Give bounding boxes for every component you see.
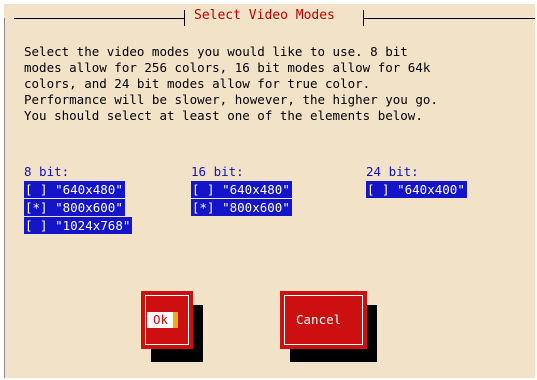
dialog-description: Select the video modes you would like to… bbox=[24, 44, 529, 124]
checkbox: [ ] bbox=[192, 182, 215, 197]
mode-8bit-640x480[interactable]: [ ] "640x480" bbox=[24, 181, 125, 198]
dialog-left-border bbox=[4, 18, 5, 378]
group-heading-16bit: 16 bit: bbox=[191, 164, 244, 179]
checkbox: [ ] bbox=[25, 182, 48, 197]
mode-label: "1024x768" bbox=[55, 218, 131, 233]
description-line: colors, and 24 bit modes allow for true … bbox=[24, 76, 371, 91]
group-24bit: 24 bit: [ ] "640x400" bbox=[366, 164, 467, 198]
mode-16bit-800x600[interactable]: [*] "800x600" bbox=[191, 199, 292, 216]
mode-label: "800x600" bbox=[55, 200, 123, 215]
checkbox: [*] bbox=[25, 200, 48, 215]
group-8bit: 8 bit: [ ] "640x480" [*] "800x600" [ ] "… bbox=[24, 164, 133, 234]
mode-label: "640x480" bbox=[222, 182, 290, 197]
mode-16bit-640x480[interactable]: [ ] "640x480" bbox=[191, 181, 292, 198]
title-rule-right bbox=[364, 18, 535, 19]
dialog-title: Select Video Modes bbox=[194, 8, 335, 23]
mode-label: "640x400" bbox=[397, 182, 465, 197]
checkbox: [ ] bbox=[25, 218, 48, 233]
title-bracket-left bbox=[184, 10, 185, 26]
ok-button[interactable]: Ok bbox=[141, 291, 193, 349]
group-16bit: 16 bit: [ ] "640x480" [*] "800x600" bbox=[191, 164, 292, 216]
description-line: Performance will be slower, however, the… bbox=[24, 92, 438, 107]
mode-label: "640x480" bbox=[55, 182, 123, 197]
group-heading-8bit: 8 bit: bbox=[24, 164, 70, 179]
ok-button-label: Ok bbox=[153, 312, 169, 327]
mode-8bit-800x600[interactable]: [*] "800x600" bbox=[24, 199, 125, 216]
mode-24bit-640x400[interactable]: [ ] "640x400" bbox=[366, 181, 467, 198]
text-cursor bbox=[173, 312, 178, 328]
group-heading-24bit: 24 bit: bbox=[366, 164, 419, 179]
video-modes-dialog: Select Video Modes Select the video mode… bbox=[4, 4, 535, 378]
description-line: You should select at least one of the el… bbox=[24, 108, 423, 123]
description-line: Select the video modes you would like to… bbox=[24, 44, 408, 59]
checkbox: [*] bbox=[192, 200, 215, 215]
cancel-button[interactable]: Cancel bbox=[280, 291, 367, 349]
description-line: modes allow for 256 colors, 16 bit modes… bbox=[24, 60, 431, 75]
title-rule-left bbox=[14, 18, 184, 19]
checkbox: [ ] bbox=[367, 182, 390, 197]
mode-8bit-1024x768[interactable]: [ ] "1024x768" bbox=[24, 217, 133, 234]
mode-label: "800x600" bbox=[222, 200, 290, 215]
cancel-button-label: Cancel bbox=[296, 312, 342, 327]
